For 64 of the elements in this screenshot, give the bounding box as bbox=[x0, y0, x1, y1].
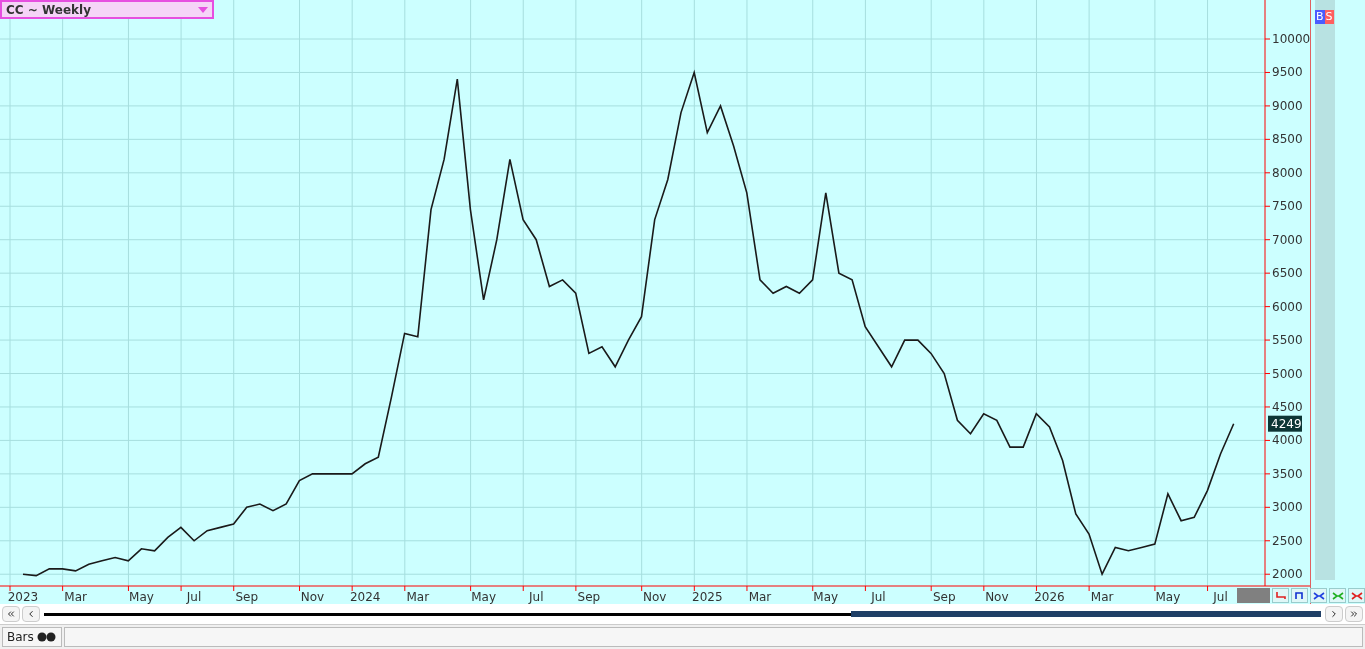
scroll-first-button[interactable] bbox=[2, 606, 20, 622]
x-axis-label: Sep bbox=[932, 590, 956, 604]
tool-button[interactable] bbox=[1291, 588, 1308, 603]
y-axis-label: 4500 bbox=[1272, 399, 1303, 414]
scroll-back-button[interactable] bbox=[22, 606, 40, 622]
x-axis-label: Nov bbox=[300, 590, 325, 604]
y-axis-label: 3000 bbox=[1272, 500, 1303, 515]
x-axis-label: May bbox=[129, 590, 154, 604]
tool-button[interactable] bbox=[1310, 588, 1327, 603]
y-axis-label: 2000 bbox=[1272, 567, 1303, 582]
y-axis-label: 7500 bbox=[1272, 199, 1303, 214]
y-axis-label: 8500 bbox=[1272, 132, 1303, 147]
x-axis-label: May bbox=[813, 590, 839, 604]
x-axis-label: 2025 bbox=[692, 590, 723, 604]
x-axis-label: 2024 bbox=[349, 590, 381, 604]
symbol-dropdown[interactable]: CC ~ Weekly bbox=[0, 0, 214, 19]
two-dots-icon bbox=[36, 632, 57, 642]
tool-icon bbox=[1274, 589, 1287, 602]
x-axis-label: 2023 bbox=[7, 590, 39, 604]
chevron-left-icon bbox=[26, 609, 36, 619]
scrollbar-track[interactable] bbox=[44, 612, 1321, 616]
y-axis-label: 3500 bbox=[1272, 466, 1303, 481]
y-axis-label: 6000 bbox=[1272, 299, 1303, 314]
x-axis-label: Mar bbox=[406, 590, 430, 604]
tool-icon bbox=[1312, 589, 1325, 602]
chart-type-selector[interactable]: Bars bbox=[2, 627, 62, 647]
x-axis-label: Nov bbox=[985, 590, 1009, 604]
y-axis-label: 7000 bbox=[1272, 232, 1303, 247]
scrollbar-thumb[interactable] bbox=[851, 611, 1321, 617]
x-axis-label: May bbox=[1155, 590, 1181, 604]
chart-type-label: Bars bbox=[7, 629, 34, 646]
x-axis-label: Jul bbox=[871, 590, 886, 604]
x-axis-label: Sep bbox=[235, 590, 259, 604]
tool-icon bbox=[1293, 589, 1306, 602]
tool-icon bbox=[1350, 589, 1363, 602]
y-axis-label: 8000 bbox=[1272, 165, 1303, 180]
tool-button[interactable] bbox=[1348, 588, 1365, 603]
x-axis-label: Mar bbox=[64, 590, 87, 604]
tool-icon bbox=[1331, 589, 1344, 602]
x-axis-label: Nov bbox=[642, 590, 667, 604]
color-swatch bbox=[1237, 588, 1270, 603]
x-axis-label: Mar bbox=[748, 590, 772, 604]
x-axis-label: Jul bbox=[186, 590, 202, 604]
x-axis-label: Jul bbox=[1213, 590, 1228, 604]
y-axis-label: 10000 bbox=[1272, 32, 1310, 46]
y-axis-label: 5000 bbox=[1272, 366, 1303, 381]
chevron-right-icon bbox=[1329, 609, 1339, 619]
tool-button[interactable] bbox=[1272, 588, 1289, 603]
y-axis-label: 2500 bbox=[1272, 533, 1303, 548]
y-axis-label: 9500 bbox=[1272, 65, 1303, 80]
y-axis-label: 4000 bbox=[1272, 433, 1303, 448]
y-axis-label: 6500 bbox=[1272, 266, 1303, 281]
signal-tag[interactable]: B bbox=[1315, 10, 1325, 24]
x-axis-label: Sep bbox=[577, 590, 601, 604]
x-axis-label: Jul bbox=[529, 590, 544, 604]
double-chevron-right-icon bbox=[1349, 609, 1359, 619]
caret-icon bbox=[198, 6, 208, 13]
y-axis-label: 9000 bbox=[1272, 98, 1303, 113]
x-axis-label: Mar bbox=[1090, 590, 1114, 604]
y-axis-label: 5500 bbox=[1272, 333, 1303, 348]
x-axis-label: 2026 bbox=[1034, 590, 1065, 604]
double-chevron-left-icon bbox=[6, 609, 16, 619]
x-axis-label: May bbox=[471, 590, 496, 604]
scroll-last-button[interactable] bbox=[1345, 606, 1363, 622]
